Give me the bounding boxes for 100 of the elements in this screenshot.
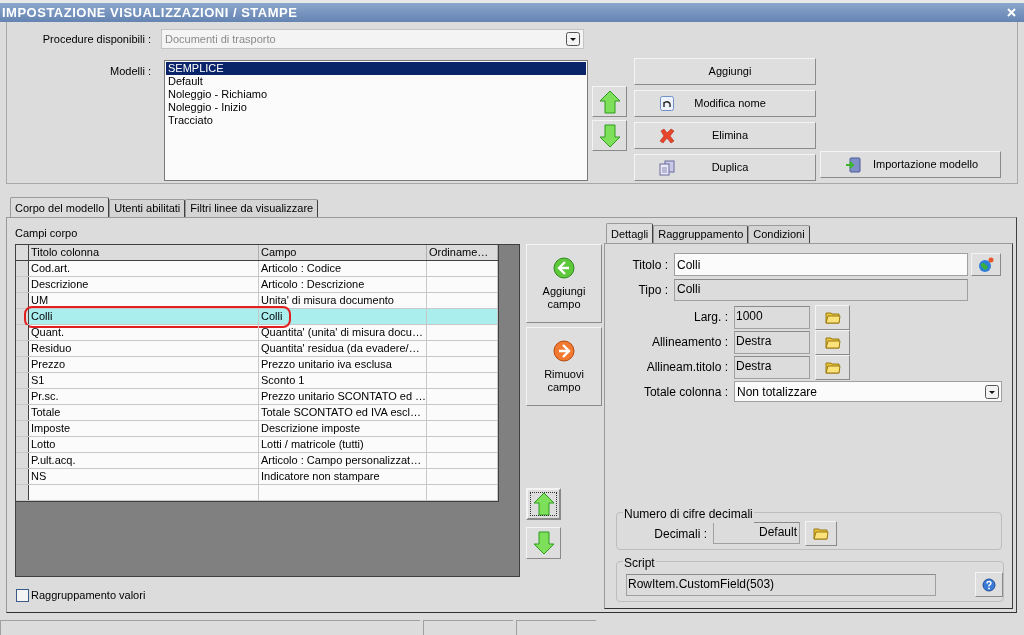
tab[interactable]: Dettagli [606,223,654,243]
table-row[interactable]: Quant. Quantita' (unita' di misura docu… [16,325,498,341]
table-cell: Cod.art. [31,262,71,274]
folder-button[interactable] [815,354,850,380]
row-header[interactable] [16,309,29,324]
checkbox-label: Raggruppamento valori [31,588,146,603]
model-button[interactable]: Elimina [634,122,816,149]
row-header[interactable] [16,485,29,500]
close-icon[interactable] [1007,8,1016,17]
table-cell: Pr.sc. [31,390,59,402]
tab[interactable]: Corpo del modello [10,197,110,217]
folder-button[interactable] [815,329,850,355]
row-header[interactable] [16,261,29,276]
table-row[interactable]: Prezzo Prezzo unitario iva esclusa [16,357,498,373]
move-down-button[interactable] [592,120,627,151]
tab[interactable]: Condizioni [748,225,810,243]
table-row[interactable]: NS Indicatore non stampare [16,469,498,485]
letter-box-icon [660,96,674,111]
total-dropdown[interactable]: Non totalizzare [734,381,1002,402]
row-header[interactable] [16,421,29,436]
section-label: Campi corpo [15,226,79,239]
row-header[interactable] [16,469,29,484]
models-list[interactable]: SEMPLICE Default Noleggio - Richiamo Noleggio - Inizio Tracciato [164,60,588,181]
column-header[interactable]: Titolo colonna [29,245,259,260]
row-header[interactable] [16,277,29,292]
table-cell: NS [31,470,47,482]
table-cell: Descrizione imposte [261,422,361,434]
move-down-button[interactable] [526,527,561,559]
move-up-button[interactable] [526,488,561,520]
checkbox[interactable] [16,588,29,602]
table-row[interactable]: Totale Totale SCONTATO ed IVA escl… [16,405,498,421]
type-field: Colli [674,279,968,301]
column-header[interactable]: Campo [259,245,427,260]
selected-row[interactable]: Colli Colli [16,309,498,325]
tab[interactable]: Filtri linee da visualizzare [185,199,319,217]
row-header[interactable] [16,453,29,468]
table-cell: Imposte [31,422,71,434]
field-label: Titolo : [631,256,669,274]
table-cell: Sconto 1 [261,374,305,386]
field-button[interactable]: Rimuovi campo [526,327,602,406]
globe-button[interactable] [971,253,1001,276]
row-header[interactable] [16,357,29,372]
row-header[interactable] [16,405,29,420]
model-button[interactable]: Aggiungi [634,58,816,85]
down-arrow-icon [532,531,555,555]
field-label: Modelli : [109,64,151,79]
row-header[interactable] [16,341,29,356]
table-row[interactable]: Pr.sc. Prezzo unitario SCONTATO ed … [16,389,498,405]
row-header[interactable] [16,437,29,452]
help-button[interactable] [975,572,1003,597]
table-cell: UM [31,294,49,306]
list-item[interactable]: Noleggio - Inizio [166,101,586,114]
table-row[interactable]: Residuo Quantita' residua (da evadere/… [16,341,498,357]
globe-icon [978,256,994,273]
table-row[interactable]: Lotto Lotti / matricole (tutti) [16,437,498,453]
table-cell: Totale [31,406,61,418]
table-cell: Lotto [31,438,56,450]
table-cell: Descrizione [31,278,89,290]
folder-button[interactable] [815,304,850,330]
value-field: 1000 [734,305,810,329]
table-cell: Unita' di misura documento [261,294,394,306]
value-field: Destra [734,355,810,379]
tab[interactable]: Raggruppamento [653,225,749,243]
field-label: Decimali : [653,526,708,543]
list-item[interactable]: SEMPLICE [166,62,586,75]
row-header[interactable] [16,325,29,340]
table-cell: Prezzo unitario SCONTATO ed … [261,390,427,402]
model-button[interactable]: Modifica nome [634,90,816,117]
field-label: Tipo : [637,282,669,299]
table-cell: Articolo : Campo personalizzat… [261,454,422,466]
field-label: Allineam.titolo : [645,359,729,376]
import-button[interactable]: Importazione modello [820,151,1001,178]
table-row[interactable]: Imposte Descrizione imposte [16,421,498,437]
up-arrow-icon [598,89,621,114]
table-row[interactable]: P.ult.acq. Articolo : Campo personalizzat… [16,453,498,469]
table-cell: Indicatore non stampare [261,470,380,482]
title-field[interactable]: Colli [674,253,968,276]
cross-icon [659,127,675,144]
table-cell: Lotti / matricole (tutti) [261,438,364,450]
table-cell: Residuo [31,342,72,354]
tab[interactable]: Utenti abilitati [109,199,186,217]
folder-icon [824,310,841,324]
list-item[interactable]: Default [166,75,586,88]
pages-icon [659,159,675,176]
table-cell: S1 [31,374,45,386]
field-button[interactable]: Aggiungi campo [526,244,602,323]
row-header[interactable] [16,373,29,388]
list-item[interactable]: Tracciato [166,114,586,127]
table-cell: Colli [261,310,283,322]
list-item[interactable]: Noleggio - Richiamo [166,88,586,101]
row-header[interactable] [16,389,29,404]
table-row[interactable]: Cod.art. Articolo : Codice [16,261,498,277]
row-header[interactable] [16,293,29,308]
column-header[interactable]: Ordiname… [427,245,498,260]
folder-button[interactable] [805,520,837,546]
table-row[interactable]: S1 Sconto 1 [16,373,498,389]
folder-icon [813,526,829,540]
folder-icon [824,335,841,349]
table-row[interactable]: Descrizione Articolo : Descrizione [16,277,498,293]
model-button[interactable]: Duplica [634,154,816,181]
